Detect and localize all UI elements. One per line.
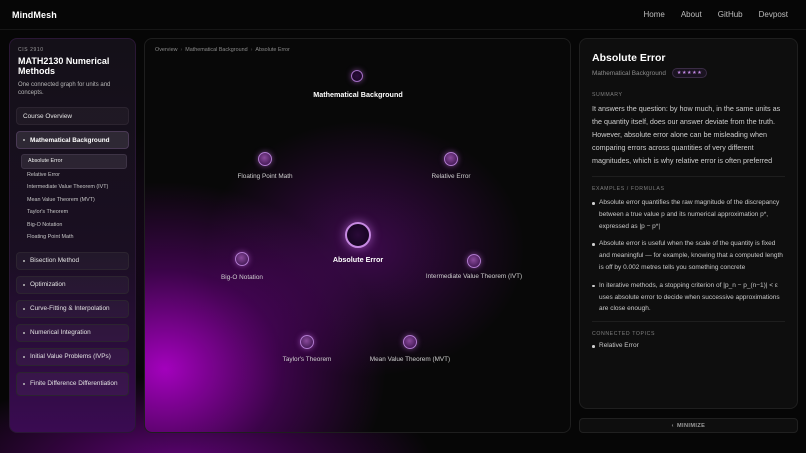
sidebar-item-label: Finite Difference Differentiation bbox=[30, 380, 118, 387]
graph-node-mvt-label: Mean Value Theorem (MVT) bbox=[369, 356, 451, 363]
subtopic-big-o[interactable]: Big-O Notation bbox=[16, 219, 129, 232]
sidebar-item-label: Numerical Integration bbox=[30, 329, 91, 336]
breadcrumb-current: Absolute Error bbox=[255, 47, 290, 53]
sidebar-item-mathematical-background[interactable]: Mathematical Background bbox=[16, 131, 129, 149]
graph-node-floating-point-label: Floating Point Math bbox=[237, 173, 293, 180]
example-item: In iterative methods, a stopping criteri… bbox=[592, 280, 785, 315]
connected-topics-heading: CONNECTED TOPICS bbox=[592, 331, 656, 338]
graph-node-floating-point[interactable] bbox=[258, 152, 272, 166]
nav-about-link[interactable]: About bbox=[681, 10, 702, 19]
examples-list: Absolute error quantifies the raw magnit… bbox=[592, 197, 785, 315]
graph-node-mvt[interactable] bbox=[403, 335, 417, 349]
detail-subtitle: Mathematical Background ★★★★★ bbox=[592, 68, 785, 78]
sidebar-item-course-overview[interactable]: Course Overview bbox=[16, 107, 129, 125]
sidebar-item-numerical-integration[interactable]: Numerical Integration bbox=[16, 323, 129, 342]
chevron-left-icon: ‹ bbox=[671, 422, 674, 429]
example-item: Absolute error quantifies the raw magnit… bbox=[592, 197, 785, 232]
bullet-icon bbox=[23, 355, 25, 358]
subtopic-ivt[interactable]: Intermediate Value Theorem (IVT) bbox=[16, 181, 129, 194]
subtopic-list: Absolute Error Relative Error Intermedia… bbox=[16, 154, 129, 244]
graph-node-relative-error[interactable] bbox=[444, 152, 458, 166]
subtopic-absolute-error[interactable]: Absolute Error bbox=[21, 154, 127, 169]
subtopic-taylor[interactable]: Taylor's Theorem bbox=[16, 206, 129, 219]
course-description: One connected graph for units and concep… bbox=[18, 82, 111, 96]
sidebar-item-curve-fitting[interactable]: Curve-Fitting & Interpolation bbox=[16, 299, 129, 318]
bullet-icon bbox=[23, 382, 25, 385]
connected-topic-relative-error[interactable]: Relative Error bbox=[592, 342, 785, 349]
nav-home-link[interactable]: Home bbox=[643, 10, 664, 19]
course-title: MATH2130 Numerical Methods bbox=[18, 56, 110, 76]
sidebar-item-label: Initial Value Problems (IVPs) bbox=[30, 353, 111, 360]
difficulty-rating-badge: ★★★★★ bbox=[671, 68, 708, 78]
course-sidebar: CIS 2910 MATH2130 Numerical Methods One … bbox=[9, 38, 136, 433]
detail-title: Absolute Error bbox=[592, 52, 666, 64]
breadcrumb-overview[interactable]: Overview bbox=[155, 47, 177, 53]
graph-node-ivt[interactable] bbox=[467, 254, 481, 268]
sidebar-item-ivps[interactable]: Initial Value Problems (IVPs) bbox=[16, 347, 129, 366]
sidebar-item-label: Bisection Method bbox=[30, 257, 80, 264]
graph-node-relative-error-label: Relative Error bbox=[431, 173, 471, 180]
brand-logo[interactable]: MindMesh bbox=[12, 10, 57, 20]
divider bbox=[592, 176, 785, 177]
top-nav-bar: MindMesh Home About GitHub Devpost bbox=[0, 0, 806, 30]
graph-node-absolute-error-label: Absolute Error bbox=[332, 255, 384, 264]
minimize-label: MINIMIZE bbox=[676, 422, 706, 429]
nav-devpost-link[interactable]: Devpost bbox=[759, 10, 788, 19]
divider bbox=[592, 321, 785, 323]
sidebar-item-label: Optimization bbox=[30, 281, 66, 288]
breadcrumb: Overview › Mathematical Background › Absolut… bbox=[155, 47, 290, 53]
subtopic-relative-error[interactable]: Relative Error bbox=[16, 169, 129, 182]
detail-unit: Mathematical Background bbox=[592, 69, 666, 77]
sidebar-item-bisection[interactable]: Bisection Method bbox=[16, 251, 129, 270]
subtopic-mvt[interactable]: Mean Value Theorem (MVT) bbox=[16, 194, 129, 207]
graph-node-root[interactable] bbox=[351, 70, 363, 82]
graph-node-big-o-label: Big-O Notation bbox=[221, 274, 263, 281]
concept-graph[interactable]: Overview › Mathematical Background › Absolut… bbox=[144, 38, 571, 433]
graph-node-absolute-error[interactable] bbox=[345, 222, 371, 248]
minimize-button[interactable]: ‹ MINIMIZE bbox=[579, 418, 798, 433]
sidebar-item-finite-difference[interactable]: Finite Difference Differentiation bbox=[16, 371, 129, 396]
bullet-icon bbox=[23, 139, 25, 141]
bullet-icon bbox=[23, 283, 25, 286]
graph-node-big-o[interactable] bbox=[235, 252, 249, 266]
sidebar-item-label: Curve-Fitting & Interpolation bbox=[30, 305, 110, 312]
graph-node-root-label: Mathematical Background bbox=[313, 90, 403, 99]
example-item: Absolute error is useful when the scale … bbox=[592, 238, 785, 273]
subtopic-floating-point[interactable]: Floating Point Math bbox=[16, 231, 129, 244]
summary-heading: SUMMARY bbox=[592, 92, 623, 98]
graph-node-taylor[interactable] bbox=[300, 335, 314, 349]
breadcrumb-unit[interactable]: Mathematical Background bbox=[185, 47, 247, 53]
topic-detail-panel: Absolute Error Mathematical Background ★… bbox=[579, 38, 798, 409]
connected-topics-list: Relative Error bbox=[592, 342, 785, 349]
bullet-icon bbox=[23, 331, 25, 334]
bullet-icon bbox=[23, 259, 25, 262]
graph-node-ivt-label: Intermediate Value Theorem (IVT) bbox=[425, 273, 523, 280]
summary-text: It answers the question: by how much, in… bbox=[592, 104, 781, 165]
graph-node-taylor-label: Taylor's Theorem bbox=[282, 356, 332, 363]
bullet-icon bbox=[23, 307, 25, 310]
course-code: CIS 2910 bbox=[18, 47, 44, 53]
main-nav: Home About GitHub Devpost bbox=[643, 10, 788, 19]
sidebar-item-optimization[interactable]: Optimization bbox=[16, 275, 129, 294]
sidebar-item-label: Mathematical Background bbox=[30, 136, 110, 144]
examples-heading: EXAMPLES / FORMULAS bbox=[592, 186, 665, 192]
nav-github-link[interactable]: GitHub bbox=[718, 10, 743, 19]
sidebar-item-label: Course Overview bbox=[23, 112, 73, 120]
